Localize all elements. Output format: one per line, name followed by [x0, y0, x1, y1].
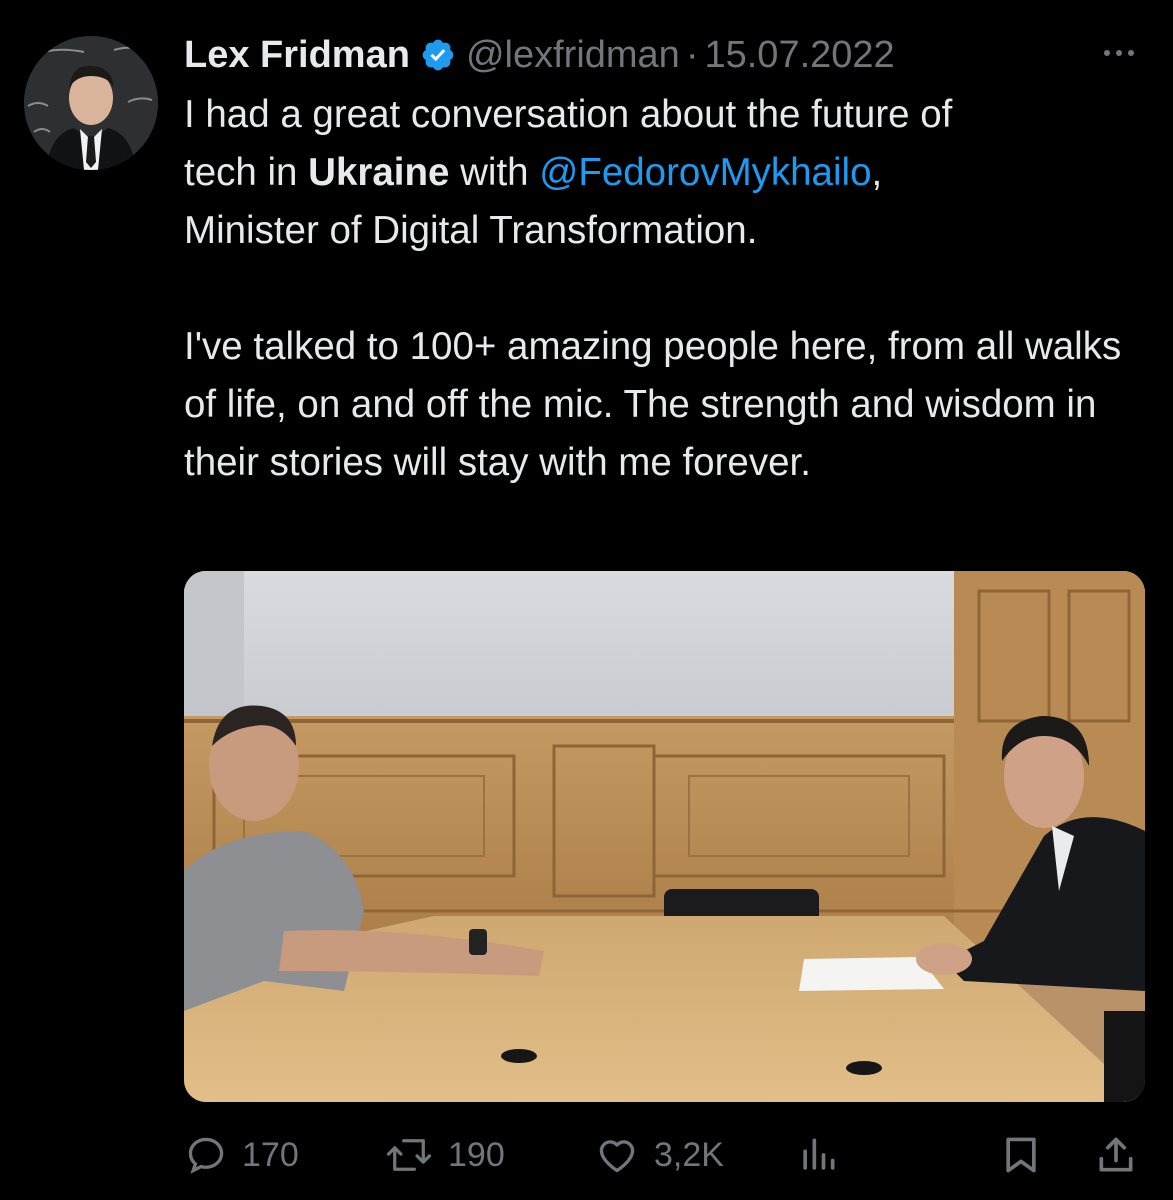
- tweet-text: I had a great conversation about the fut…: [184, 86, 1144, 492]
- tweet-header: Lex Fridman @lexfridman · 15.07.2022: [184, 30, 895, 80]
- retweet-icon: [384, 1133, 434, 1177]
- tweet-actions: 170 190 3,2K: [184, 1120, 1144, 1190]
- share-button[interactable]: [1094, 1120, 1138, 1190]
- like-button[interactable]: 3,2K: [594, 1120, 724, 1190]
- retweet-button[interactable]: 190: [384, 1120, 505, 1190]
- tweet-paragraph-2: I've talked to 100+ amazing people here,…: [184, 325, 1122, 484]
- retweet-count: 190: [448, 1135, 505, 1174]
- bold-word: Ukraine: [308, 151, 450, 194]
- text-segment: tech in: [184, 151, 309, 194]
- reply-button[interactable]: 170: [184, 1120, 299, 1190]
- avatar-image: [24, 36, 158, 170]
- reply-count: 170: [242, 1135, 299, 1174]
- author-name[interactable]: Lex Fridman: [184, 34, 410, 77]
- text-segment: with: [449, 151, 540, 194]
- like-count: 3,2K: [654, 1135, 724, 1174]
- tweet-paragraph-1: I had a great conversation about the fut…: [184, 86, 1144, 260]
- avatar[interactable]: [24, 36, 158, 170]
- share-icon: [1094, 1133, 1138, 1177]
- photo-illustration: [184, 571, 1145, 1102]
- heart-icon: [594, 1133, 640, 1177]
- bookmark-icon: [999, 1133, 1043, 1177]
- reply-icon: [184, 1133, 228, 1177]
- verified-badge-icon: [420, 37, 456, 73]
- analytics-icon: [796, 1133, 840, 1177]
- bookmark-button[interactable]: [999, 1120, 1043, 1190]
- analytics-button[interactable]: [796, 1120, 840, 1190]
- mention-link[interactable]: @FedorovMykhailo: [539, 151, 871, 194]
- tweet-date[interactable]: 15.07.2022: [704, 34, 894, 77]
- text-segment: Minister of Digital Transformation.: [184, 209, 758, 252]
- author-handle[interactable]: @lexfridman: [466, 34, 680, 77]
- text-segment: I had a great conversation about the fut…: [184, 93, 953, 136]
- separator-dot: ·: [685, 33, 699, 76]
- more-options-icon[interactable]: [1099, 38, 1139, 68]
- text-segment: ,: [871, 151, 883, 194]
- tweet-photo[interactable]: [184, 571, 1145, 1102]
